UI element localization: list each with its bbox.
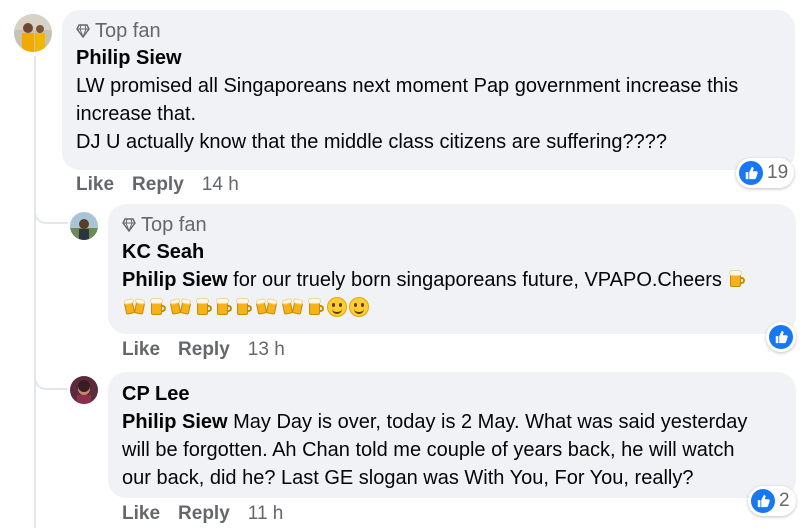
reply-button[interactable]: Reply: [178, 503, 230, 525]
beer-emoji: [150, 298, 166, 316]
diamond-icon: [122, 218, 136, 232]
comment-text-body: for our truely born singaporeans future,…: [227, 269, 722, 291]
comment-text-line: our back, did he? Last GE slogan was Wit…: [122, 467, 694, 489]
reaction-summary[interactable]: 19: [736, 158, 795, 188]
avatar[interactable]: [14, 14, 52, 52]
clinking-beer-emoji: [281, 298, 304, 316]
beer-emoji: [308, 298, 324, 316]
reaction-summary[interactable]: [766, 322, 796, 352]
beer-emoji: [236, 298, 252, 316]
comment-actions: Like Reply 13 h: [122, 339, 285, 361]
reaction-count: 19: [767, 162, 789, 183]
comment-timestamp[interactable]: 11 h: [248, 503, 284, 525]
mention-link[interactable]: Philip Siew: [122, 411, 228, 433]
like-button[interactable]: Like: [122, 503, 160, 525]
clinking-beer-emoji: [255, 298, 278, 316]
comment-text-line: LW promised all Singaporeans next moment…: [76, 75, 739, 97]
comment-bubble: CP Lee Philip Siew May Day is over, toda…: [108, 372, 796, 498]
comment-timestamp[interactable]: 14 h: [202, 174, 239, 196]
comment-text: Philip Siew for our truely born singapor…: [122, 266, 782, 294]
comment-actions: Like Reply 14 h: [76, 174, 239, 196]
comment-timestamp[interactable]: 13 h: [248, 339, 285, 361]
comment-text-line: increase that.: [76, 103, 197, 125]
avatar[interactable]: [70, 212, 98, 240]
comment-actions: Like Reply 11 h: [122, 503, 283, 525]
comment-author[interactable]: KC Seah: [122, 238, 782, 266]
smiling-face-emoji: [327, 297, 347, 317]
thread-branch: [34, 190, 68, 224]
comment-bubble: Top fan Philip Siew LW promised all Sing…: [62, 10, 795, 170]
beer-emoji: [729, 270, 746, 288]
like-reaction-icon: [739, 161, 763, 185]
comment-text-line: will be forgotten. Ah Chan told me coupl…: [122, 439, 735, 461]
comment-author[interactable]: CP Lee: [122, 380, 782, 408]
comment-text-line: Philip Siew May Day is over, today is 2 …: [122, 408, 782, 436]
like-reaction-icon: [751, 489, 775, 513]
comment-text-line: DJ U actually know that the middle class…: [76, 131, 668, 153]
comment-bubble: Top fan KC Seah Philip Siew for our true…: [108, 204, 796, 334]
avatar[interactable]: [70, 376, 98, 404]
smiling-face-emoji: [349, 297, 369, 317]
diamond-icon: [76, 24, 90, 38]
reply-button[interactable]: Reply: [178, 339, 230, 361]
reaction-summary[interactable]: 2: [748, 486, 796, 516]
clinking-beer-emoji: [123, 298, 146, 316]
mention-link[interactable]: Philip Siew: [122, 269, 228, 291]
badge-label: Top fan: [141, 213, 207, 236]
beer-emoji: [196, 298, 212, 316]
like-button[interactable]: Like: [122, 339, 160, 361]
reply-button[interactable]: Reply: [132, 174, 184, 196]
comment-author[interactable]: Philip Siew: [76, 44, 781, 72]
emoji-row: [122, 294, 782, 322]
like-button[interactable]: Like: [76, 174, 114, 196]
thread-line: [34, 56, 36, 528]
top-fan-badge: Top fan: [122, 212, 782, 238]
clinking-beer-emoji: [169, 298, 192, 316]
thread-branch: [34, 360, 68, 390]
reaction-count: 2: [779, 490, 790, 511]
badge-label: Top fan: [95, 19, 161, 42]
top-fan-badge: Top fan: [76, 18, 781, 44]
comment-text-body: May Day is over, today is 2 May. What wa…: [227, 411, 748, 433]
like-reaction-icon: [769, 325, 793, 349]
beer-emoji: [216, 298, 232, 316]
